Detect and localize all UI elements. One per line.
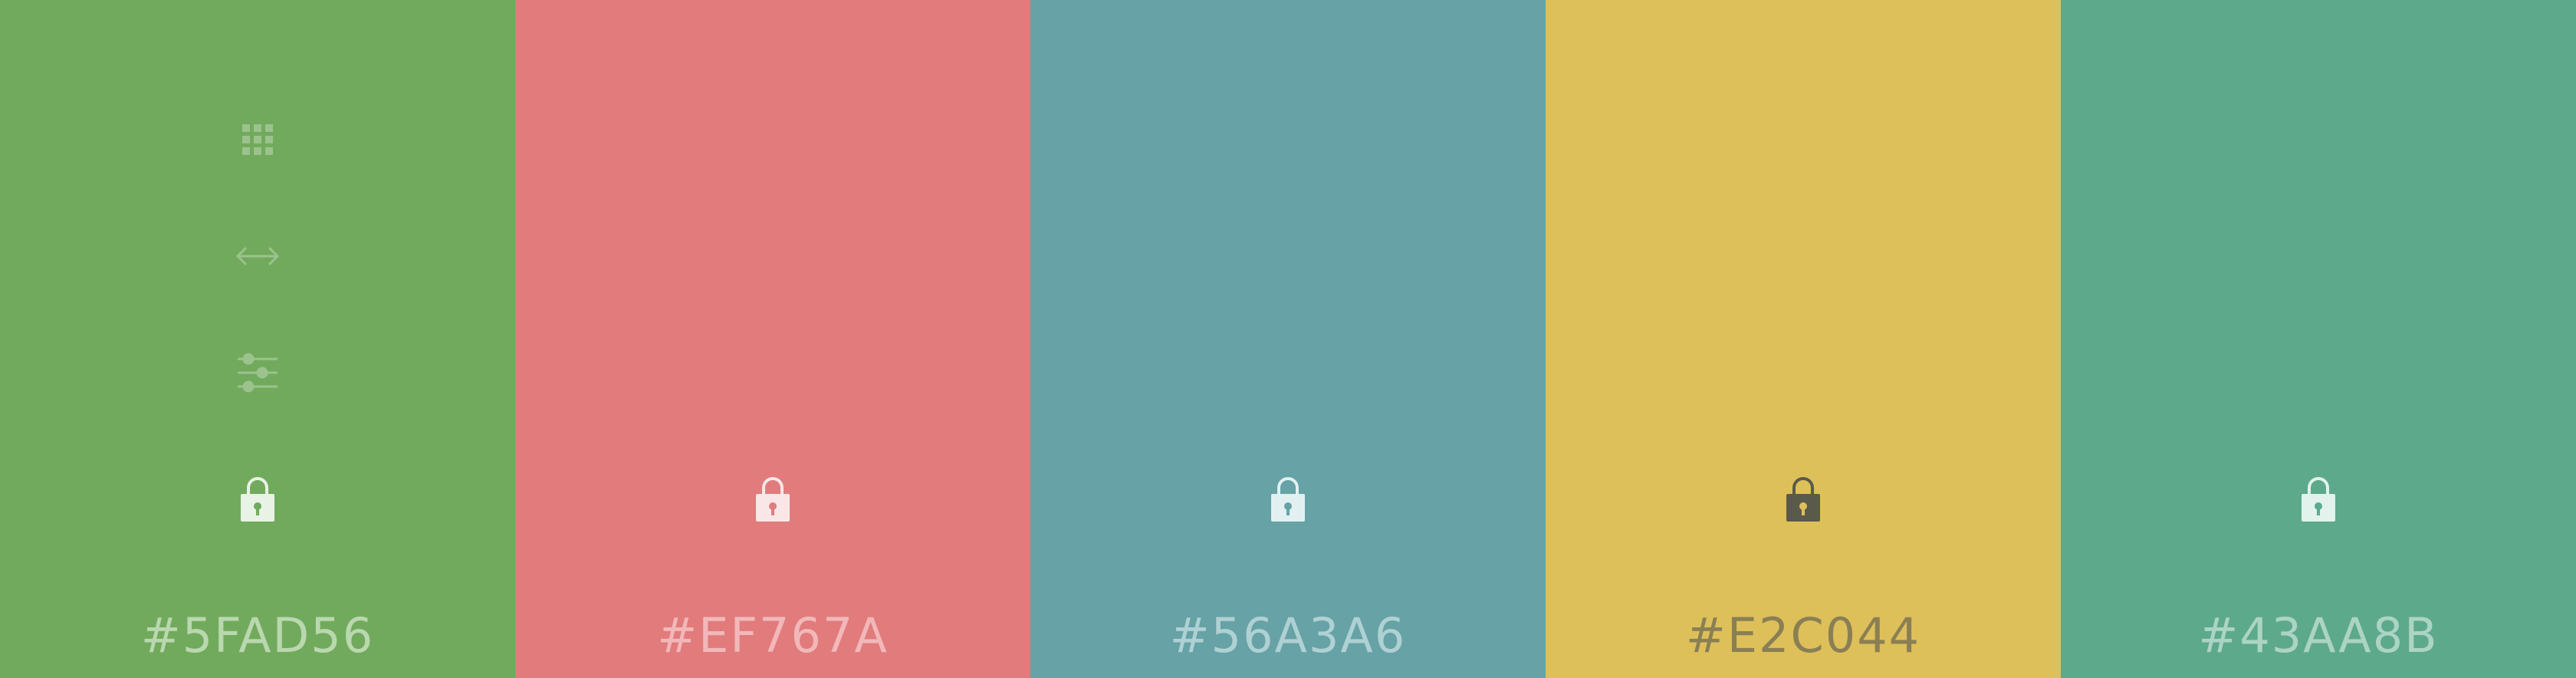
sliders-icon[interactable] (233, 348, 282, 397)
lock-icon[interactable] (1270, 476, 1306, 523)
hex-code[interactable]: #5FAD56 (0, 601, 515, 670)
color-swatch[interactable]: #EF767A (515, 0, 1030, 678)
hex-code[interactable]: #56A3A6 (1030, 601, 1546, 670)
color-swatch[interactable]: #56A3A6 (1030, 0, 1546, 678)
lock-icon[interactable] (754, 476, 791, 523)
lock-icon[interactable] (1785, 476, 1822, 523)
lock-icon[interactable] (239, 476, 276, 523)
swatch-toolbar (0, 115, 515, 397)
hex-code[interactable]: #43AA8B (2061, 601, 2576, 670)
hex-code[interactable]: #E2C044 (1546, 601, 2061, 670)
color-swatch[interactable]: #5FAD56 (0, 0, 515, 678)
grid-icon[interactable] (233, 115, 282, 164)
color-swatch[interactable]: #E2C044 (1546, 0, 2061, 678)
hex-code[interactable]: #EF767A (515, 601, 1030, 670)
color-swatch[interactable]: #43AA8B (2061, 0, 2576, 678)
resize-icon[interactable] (233, 232, 282, 281)
lock-icon[interactable] (2300, 476, 2337, 523)
color-palette: #5FAD56 #EF767A #56A3A6 #E2C044 #43AA8B (0, 0, 2576, 678)
